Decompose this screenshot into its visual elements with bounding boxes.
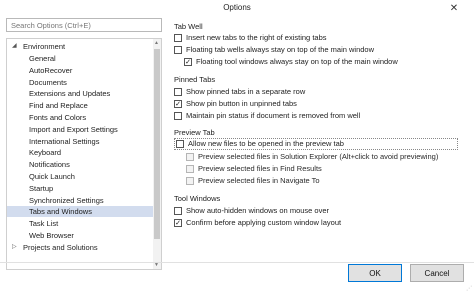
option-label: Floating tab wells always stay on top of… [186,45,375,54]
search-box[interactable] [6,18,162,32]
tree-item-international-settings[interactable]: International Settings [7,136,155,147]
scroll-up-icon[interactable]: ▲ [154,40,159,46]
option-floating-tool-windows-on-top[interactable]: ✓ Floating tool windows always stay on t… [184,57,398,67]
tree-item-label: Find and Replace [29,101,88,111]
tree-item-label: Web Browser [29,231,74,240]
tree-item-general[interactable]: General [7,53,155,64]
cancel-button[interactable]: Cancel [410,264,464,282]
tree-item-label: Extensions and Updates [29,89,111,99]
tree-item-tabs-and-windows[interactable]: Tabs and Windows [7,206,155,218]
checkbox-unchecked[interactable] [174,207,182,215]
tree-item-projects-and-solutions[interactable]: ▷ Projects and Solutions [7,242,155,253]
option-floating-tab-wells-on-top[interactable]: Floating tab wells always stay on top of… [174,45,374,55]
section-heading-tab-well: Tab Well [174,22,203,31]
tree-item-extensions-and-updates[interactable]: Extensions and Updates [7,88,155,99]
tree-item-label: General [29,54,56,63]
tree-item-task-list[interactable]: Task List [7,218,155,229]
tree-item-label: Startup [29,183,54,193]
scroll-thumb[interactable] [154,49,160,239]
checkbox-unchecked[interactable] [174,88,182,96]
tree-item-fonts-and-colors[interactable]: Fonts and Colors [7,112,155,123]
tree-item-synchronized-settings[interactable]: Synchronized Settings [7,195,155,206]
option-label: Confirm before applying custom window la… [186,218,342,227]
tree-item-label: AutoRecover [29,65,73,75]
tree-item-find-and-replace[interactable]: Find and Replace [7,100,155,111]
checkmark-icon[interactable]: ✓ [174,100,182,108]
tree-item-label: Import and Export Settings [29,124,118,134]
option-allow-preview-tab[interactable]: Allow new files to be opened in the prev… [176,139,344,149]
tree-item-label: International Settings [29,136,100,146]
option-label: Show pinned tabs in a separate row [186,87,306,96]
search-input[interactable] [7,19,161,31]
checkbox-unchecked[interactable] [174,34,182,42]
option-show-pin-button[interactable]: ✓ Show pin button in unpinned tabs [174,99,297,109]
option-label: Allow new files to be opened in the prev… [188,139,344,148]
checkbox-disabled[interactable] [186,153,194,161]
section-heading-pinned-tabs: Pinned Tabs [174,75,216,84]
tree-item-web-browser[interactable]: Web Browser [7,230,155,241]
option-preview-solution-explorer[interactable]: Preview selected files in Solution Explo… [186,152,438,162]
tree-item-keyboard[interactable]: Keyboard [7,147,155,158]
tree-scrollbar[interactable]: ▲ ▼ [153,39,161,269]
tree-item-label: Fonts and Colors [29,113,87,122]
tree-item-quick-launch[interactable]: Quick Launch [7,171,155,182]
footer-divider [0,262,474,263]
tree-item-label: Quick Launch [29,172,75,181]
option-preview-navigate-to[interactable]: Preview selected files in Navigate To [186,176,320,186]
tree-item-autorecover[interactable]: AutoRecover [7,65,155,76]
checkbox-disabled[interactable] [186,177,194,185]
option-insert-new-tabs-right[interactable]: Insert new tabs to the right of existing… [174,33,327,43]
ok-button[interactable]: OK [348,264,402,282]
left-pane: ◢ Environment General AutoRecover Docume… [6,18,162,270]
tree-item-label: Projects and Solutions [23,242,98,252]
tree-item-environment[interactable]: ◢ Environment [7,41,155,52]
tree-item-startup[interactable]: Startup [7,183,155,194]
close-icon[interactable]: ✕ [434,0,474,17]
option-show-auto-hidden-windows[interactable]: Show auto-hidden windows on mouse over [174,206,329,216]
title-bar: Options ✕ [0,0,474,17]
tree-item-import-export-settings[interactable]: Import and Export Settings [7,124,155,135]
tree-item-label: Documents [29,77,67,87]
option-maintain-pin-status[interactable]: Maintain pin status if document is remov… [174,111,360,121]
tree-item-label: Environment [23,42,66,51]
checkbox-unchecked[interactable] [176,140,184,148]
tree-item-label: Task List [29,219,59,229]
checkmark-icon[interactable]: ✓ [184,58,192,66]
option-label: Maintain pin status if document is remov… [186,111,361,120]
checkbox-disabled[interactable] [186,165,194,173]
checkbox-unchecked[interactable] [174,112,182,120]
option-label: Preview selected files in Find Results [198,164,322,173]
tree-item-label: Synchronized Settings [29,195,104,205]
window-title: Options [223,3,251,12]
resize-grip-icon[interactable]: ⋰ [466,285,472,292]
tree-item-label: Notifications [29,160,70,170]
expanded-arrow-icon[interactable]: ◢ [12,41,17,52]
options-tree: ◢ Environment General AutoRecover Docume… [6,38,162,270]
tree-item-documents[interactable]: Documents [7,77,155,88]
option-confirm-window-layout[interactable]: ✓ Confirm before applying custom window … [174,218,341,228]
tree-item-label: Tabs and Windows [29,207,92,217]
option-label: Preview selected files in Navigate To [198,176,320,185]
section-heading-tool-windows: Tool Windows [174,194,221,203]
checkbox-unchecked[interactable] [174,46,182,54]
tree-item-notifications[interactable]: Notifications [7,159,155,170]
option-label: Show auto-hidden windows on mouse over [186,206,330,215]
option-label: Preview selected files in Solution Explo… [198,152,439,161]
tree-item-label: Keyboard [29,148,62,158]
option-pinned-tabs-separate-row[interactable]: Show pinned tabs in a separate row [174,87,305,97]
option-label: Show pin button in unpinned tabs [186,99,297,108]
collapsed-arrow-icon[interactable]: ▷ [12,242,17,253]
option-label: Floating tool windows always stay on top… [196,57,398,66]
option-preview-find-results[interactable]: Preview selected files in Find Results [186,164,322,174]
option-label: Insert new tabs to the right of existing… [186,33,327,42]
settings-pane: Tab Well Insert new tabs to the right of… [168,18,468,258]
checkmark-icon[interactable]: ✓ [174,219,182,227]
section-heading-preview-tab: Preview Tab [174,128,215,137]
